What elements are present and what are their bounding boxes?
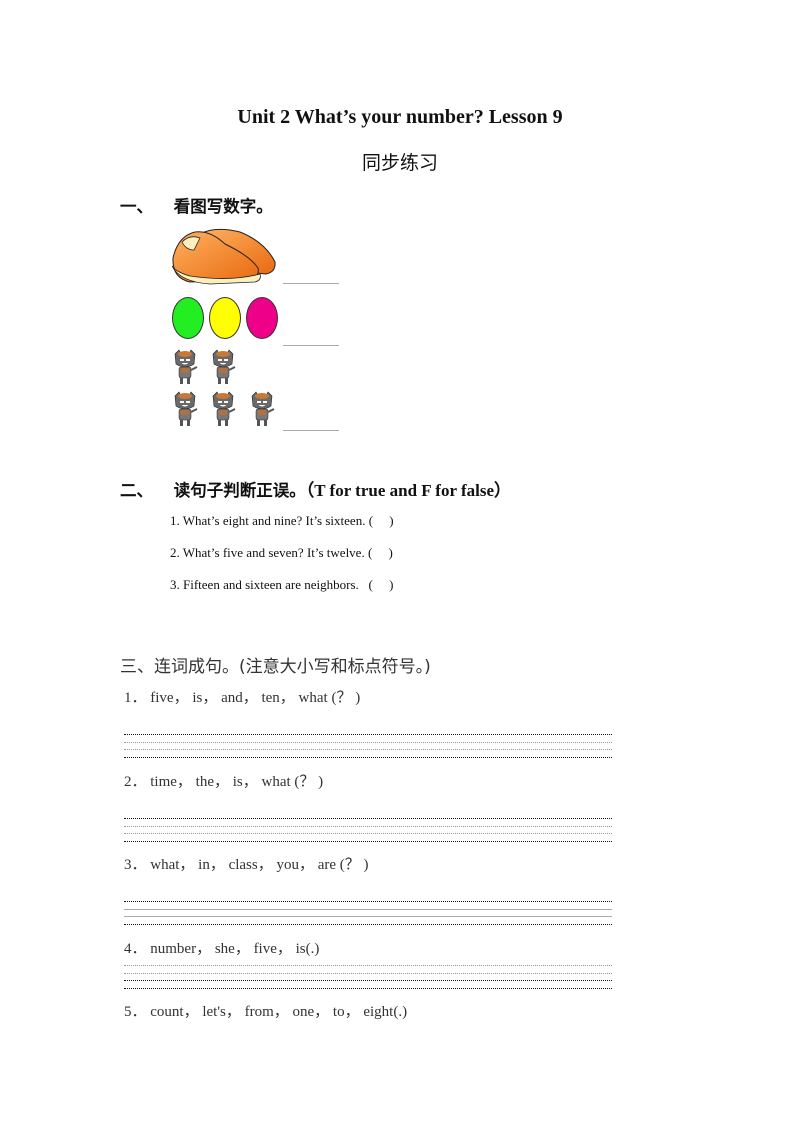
answer-blank-3[interactable] [283, 430, 339, 431]
wolf-figure [174, 391, 198, 427]
reorder-question-5: 5． count， let's， from， one， to， eight(.) [124, 1004, 408, 1020]
shoes-image [171, 228, 276, 285]
wolf-figure [212, 391, 236, 427]
answer-blank-2[interactable] [283, 345, 339, 346]
tf-question-1: 1. What’s eight and nine? It’s sixteen. … [170, 513, 394, 528]
wolf-figure [251, 391, 275, 427]
section1-title: 看图写数字。 [173, 197, 273, 216]
reorder-question-4: 4． number， she， five， is(.) [124, 941, 320, 957]
wolf-figure [174, 349, 198, 385]
section2-heading: 二、 读句子判断正误。（T for true and F for false） [120, 476, 511, 501]
section1-number: 一、 [120, 197, 153, 216]
tf-question-3: 3. Fifteen and sixteen are neighbors. ( … [170, 577, 394, 592]
section2-title: 读句子判断正误。 [173, 481, 306, 500]
section2-number: 二、 [120, 481, 153, 500]
writing-lines-2[interactable] [124, 818, 612, 848]
reorder-question-2: 2． time， the， is， what (？ ) [124, 774, 324, 790]
worksheet-subtitle: 同步练习 [361, 152, 438, 174]
reorder-question-3: 3． what， in， class， you， are (？ ) [124, 857, 369, 873]
tf-question-2: 2. What’s five and seven? It’s twelve. (… [170, 545, 393, 560]
section2-title-en: （T for true and F for false） [305, 481, 511, 500]
wolf-figure [212, 349, 236, 385]
section3-heading: 三、连词成句。(注意大小写和标点符号。) [120, 657, 431, 677]
writing-lines-1[interactable] [124, 734, 612, 764]
writing-lines-4[interactable] [124, 965, 612, 995]
section1-heading: 一、 看图写数字。 [120, 193, 273, 217]
ball-yellow [209, 297, 241, 339]
writing-lines-3[interactable] [124, 901, 612, 931]
ball-green [172, 297, 204, 339]
worksheet-title: Unit 2 What’s your number? Lesson 9 [237, 106, 563, 128]
reorder-question-1: 1． five， is， and， ten， what (？ ) [124, 690, 361, 706]
answer-blank-1[interactable] [283, 283, 339, 284]
ball-pink [246, 297, 278, 339]
